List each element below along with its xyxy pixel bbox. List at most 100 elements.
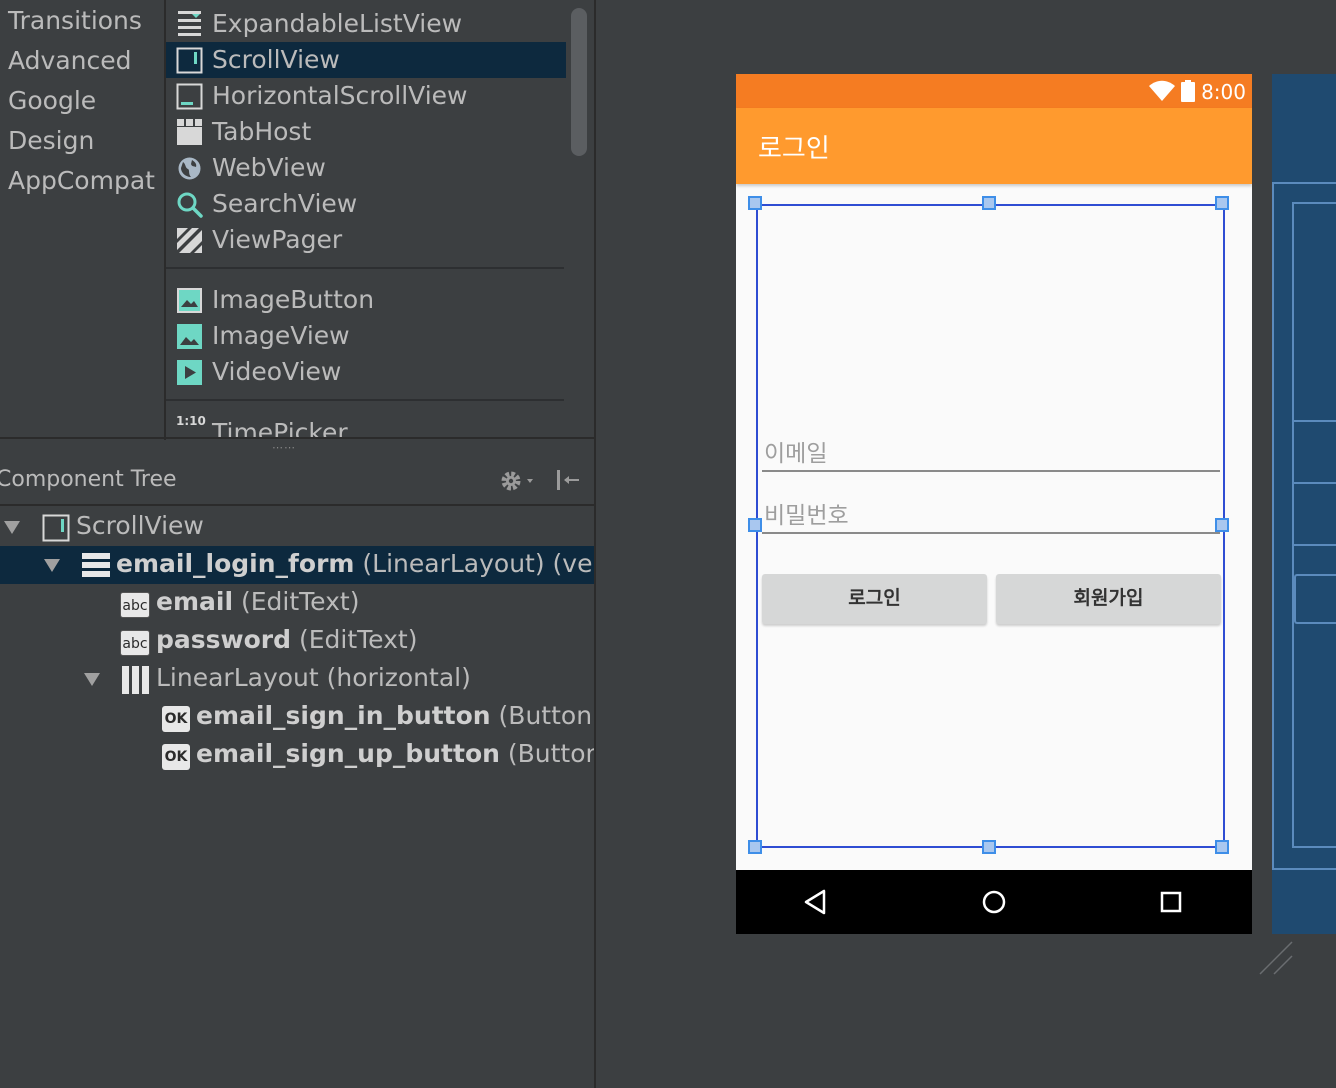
device-preview[interactable]: 8:00 로그인 이메일 비밀번호 로그인 회원가입: [736, 74, 1252, 934]
password-field[interactable]: 비밀번호: [762, 494, 1220, 534]
resize-grip-icon[interactable]: [1256, 938, 1296, 978]
edittext-icon: abc: [120, 630, 150, 656]
widget-viewpager[interactable]: ViewPager: [166, 222, 566, 258]
widget-label: ExpandableListView: [212, 9, 463, 38]
gear-icon[interactable]: [498, 468, 538, 494]
login-form[interactable]: 이메일 비밀번호 로그인 회원가입: [736, 184, 1252, 870]
widget-timepicker[interactable]: 1:10 TimePicker: [166, 414, 566, 438]
tree-row-email-login-form[interactable]: email_login_form (LinearLayout) (verti: [0, 546, 596, 584]
widget-webview[interactable]: WebView: [166, 150, 566, 186]
widget-label: VideoView: [212, 357, 342, 386]
horizontal-scrollview-icon: [176, 83, 203, 109]
tree-node-text: email_sign_in_button (Button) -: [196, 701, 596, 730]
widget-label: WebView: [212, 153, 326, 182]
login-button[interactable]: 로그인: [762, 574, 987, 624]
globe-icon: [178, 157, 201, 179]
resize-handle[interactable]: [748, 518, 762, 532]
recents-icon[interactable]: [1155, 886, 1187, 918]
tree-node-name: ScrollView: [76, 511, 204, 540]
tree-node-type: (Button) -: [498, 701, 596, 730]
email-field[interactable]: 이메일: [762, 432, 1220, 472]
image-icon: [177, 323, 202, 349]
tree-node-type: (Button): [507, 739, 596, 768]
tree-node-name: email_sign_in_button: [196, 701, 491, 730]
widget-tabhost[interactable]: TabHost: [166, 114, 566, 150]
resize-handle[interactable]: [748, 196, 762, 210]
widget-imagebutton[interactable]: ImageButton: [166, 282, 566, 318]
palette-widget-list: ExpandableListView ScrollView Horizontal…: [166, 0, 566, 438]
category-advanced[interactable]: Advanced: [8, 46, 132, 75]
palette-group-divider: [166, 399, 564, 401]
wifi-icon: [1149, 80, 1175, 101]
resize-handle[interactable]: [982, 196, 996, 210]
navigation-bar: [736, 870, 1252, 934]
palette-group-divider: [166, 267, 564, 269]
blueprint-line: [1272, 182, 1336, 184]
palette-scrollbar[interactable]: [571, 8, 587, 156]
app-title: 로그인: [758, 134, 830, 164]
widget-label: TimePicker: [212, 418, 348, 438]
widget-searchview[interactable]: SearchView: [166, 186, 566, 222]
widget-expandablelistview[interactable]: ExpandableListView: [166, 6, 566, 42]
widget-imageview[interactable]: ImageView: [166, 318, 566, 354]
home-icon[interactable]: [978, 886, 1010, 918]
tree-row-linearlayout[interactable]: LinearLayout (horizontal): [0, 660, 596, 698]
tree-node-text: email (EditText): [156, 587, 359, 616]
back-icon[interactable]: [800, 886, 832, 918]
blueprint-line: [1292, 482, 1336, 484]
collapse-panel-icon[interactable]: [554, 466, 584, 494]
expand-arrow-icon[interactable]: [42, 555, 62, 575]
widget-scrollview[interactable]: ScrollView: [166, 42, 566, 78]
component-tree: ScrollView email_login_form (LinearLayou…: [0, 508, 596, 1088]
blueprint-button-outline: [1294, 574, 1336, 624]
panel-border: [594, 0, 596, 440]
blueprint-preview[interactable]: [1272, 74, 1336, 934]
vertical-layout-icon: [82, 553, 110, 577]
blueprint-line: [1272, 868, 1336, 870]
panel-splitter[interactable]: [0, 437, 596, 455]
viewpager-icon: [177, 227, 202, 253]
tree-row-scrollview[interactable]: ScrollView: [0, 508, 596, 546]
widget-label: SearchView: [212, 189, 358, 218]
tree-node-name: email: [156, 587, 234, 616]
tree-node-text: password (EditText): [156, 625, 417, 654]
category-transitions[interactable]: Transitions: [8, 6, 142, 35]
blueprint-line: [1272, 182, 1274, 870]
tree-node-type: (LinearLayout) (verti: [362, 549, 596, 578]
signup-button[interactable]: 회원가입: [996, 574, 1221, 624]
widget-label: HorizontalScrollView: [212, 81, 468, 110]
palette-categories: Transitions Advanced Google Design AppCo…: [0, 0, 164, 440]
play-icon: [177, 359, 202, 385]
widget-label: ImageView: [212, 321, 350, 350]
component-tree-header: Component Tree: [0, 456, 596, 506]
resize-handle[interactable]: [982, 840, 996, 854]
widget-videoview[interactable]: VideoView: [166, 354, 566, 390]
category-design[interactable]: Design: [8, 126, 94, 155]
resize-handle[interactable]: [748, 840, 762, 854]
resize-handle[interactable]: [1215, 518, 1229, 532]
tree-row-email[interactable]: abc email (EditText): [0, 584, 596, 622]
tree-node-type: (EditText): [240, 587, 360, 616]
expand-arrow-icon[interactable]: [82, 669, 102, 689]
tree-row-email-sign-in-button[interactable]: OK email_sign_in_button (Button) -: [0, 698, 596, 736]
image-icon: [177, 287, 202, 313]
button-icon: OK: [162, 744, 190, 770]
widget-label: ViewPager: [212, 225, 343, 254]
expand-arrow-icon[interactable]: [2, 517, 22, 537]
splitter-grip-icon[interactable]: ⋯⋯: [272, 441, 296, 454]
status-time: 8:00: [1201, 80, 1246, 104]
battery-icon: [1181, 80, 1195, 102]
tree-row-email-sign-up-button[interactable]: OK email_sign_up_button (Button): [0, 736, 596, 774]
tree-node-type: (horizontal): [326, 663, 471, 692]
blueprint-line: [1292, 544, 1336, 546]
widget-horizontalscrollview[interactable]: HorizontalScrollView: [166, 78, 566, 114]
tree-row-password[interactable]: abc password (EditText): [0, 622, 596, 660]
resize-handle[interactable]: [1215, 840, 1229, 854]
tree-node-type: (EditText): [298, 625, 418, 654]
status-bar: 8:00: [736, 74, 1252, 108]
category-appcompat[interactable]: AppCompat: [8, 166, 155, 195]
resize-handle[interactable]: [1215, 196, 1229, 210]
category-google[interactable]: Google: [8, 86, 96, 115]
tabhost-icon: [177, 118, 202, 145]
blueprint-line: [1292, 202, 1336, 204]
